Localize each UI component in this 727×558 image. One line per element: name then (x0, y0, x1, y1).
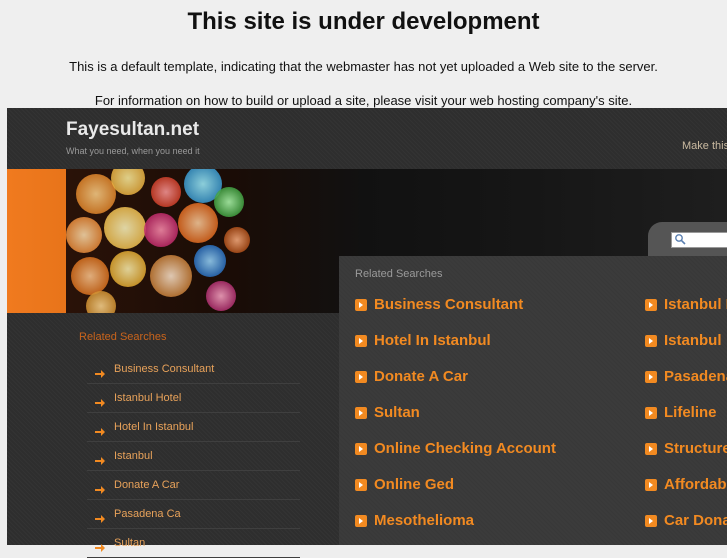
arrow-right-icon (645, 334, 657, 347)
arrow-bullet-icon (95, 481, 105, 494)
arrow-right-icon (645, 370, 657, 383)
related-search-label: Lifeline (664, 404, 717, 421)
bokeh-light (150, 255, 192, 297)
arrow-right-icon (645, 514, 657, 527)
sidebar-title: Related Searches (79, 331, 167, 343)
arrow-right-icon (355, 478, 367, 491)
related-searches-main: Related Searches Business Consultant Hote… (339, 256, 727, 545)
related-search-link[interactable]: Donate A Car (355, 368, 468, 385)
related-search-link[interactable]: Structure (645, 440, 727, 457)
bokeh-light (66, 217, 102, 253)
arrow-bullet-icon (95, 539, 105, 552)
arrow-right-icon (645, 298, 657, 311)
parked-site: Fayesultan.net What you need, when you n… (7, 108, 727, 558)
sidebar-search-item[interactable]: Donate A Car (87, 471, 300, 500)
notice-heading: This site is under development (187, 8, 540, 35)
related-search-link[interactable]: Online Ged (355, 476, 454, 493)
arrow-bullet-icon (95, 510, 105, 523)
development-notice: This site is under development This is a… (0, 0, 727, 108)
related-search-label: Istanbul H (664, 296, 727, 313)
arrow-right-icon (645, 406, 657, 419)
related-search-label: Donate A Car (374, 368, 468, 385)
sidebar-search-label: Hotel In Istanbul (114, 421, 194, 433)
sidebar-search-label: Business Consultant (114, 363, 215, 375)
sidebar-search-label: Donate A Car (114, 479, 180, 491)
bokeh-light (104, 207, 146, 249)
bokeh-light (86, 291, 116, 313)
related-search-label: Online Ged (374, 476, 455, 493)
related-search-label: Pasadena (664, 368, 727, 385)
related-search-link[interactable]: Mesothelioma (355, 512, 474, 529)
notice-line-1: This is a default template, indicating t… (69, 59, 658, 74)
related-search-link[interactable]: Car Dona (645, 512, 727, 529)
arrow-right-icon (355, 514, 367, 527)
related-search-label: Business Consultant (374, 296, 524, 313)
bokeh-light (110, 251, 146, 287)
site-logo[interactable]: Fayesultan.net (66, 119, 199, 141)
sidebar-search-label: Sultan (114, 537, 146, 549)
related-searches-sidebar: Related Searches Business Consultant Ista… (7, 313, 339, 558)
sidebar-search-label: Pasadena Ca (114, 508, 181, 520)
bokeh-light (71, 257, 109, 295)
related-search-label: Online Checking Account (374, 440, 556, 457)
arrow-right-icon (355, 370, 367, 383)
bokeh-light (206, 281, 236, 311)
notice-line-2: For information on how to build or uploa… (94, 93, 633, 108)
sidebar-search-item[interactable]: Istanbul (87, 442, 300, 471)
arrow-right-icon (355, 442, 367, 455)
sidebar-search-item[interactable]: Hotel In Istanbul (87, 413, 300, 442)
related-search-link[interactable]: Sultan (355, 404, 420, 421)
search-icon (675, 234, 686, 245)
related-search-link[interactable]: Online Checking Account (355, 440, 556, 457)
related-search-label: Istanbul (664, 332, 722, 349)
related-search-link[interactable]: Business Consultant (355, 296, 523, 313)
main-panel-title: Related Searches (355, 268, 443, 280)
related-search-link[interactable]: Istanbul (645, 332, 722, 349)
related-search-link[interactable]: Affordabl (645, 476, 727, 493)
bokeh-light (151, 177, 181, 207)
sidebar-search-item[interactable]: Istanbul Hotel (87, 384, 300, 413)
sidebar-search-item[interactable]: Pasadena Ca (87, 500, 300, 529)
related-search-label: Affordabl (664, 476, 727, 493)
bokeh-light (224, 227, 250, 253)
make-homepage-link[interactable]: Make this (682, 140, 727, 152)
bokeh-light (144, 213, 178, 247)
arrow-bullet-icon (95, 452, 105, 465)
arrow-right-icon (355, 334, 367, 347)
related-search-label: Structure (664, 440, 727, 457)
sidebar-search-label: Istanbul (114, 450, 153, 462)
bokeh-light (178, 203, 218, 243)
site-tagline: What you need, when you need it (66, 146, 200, 156)
related-search-label: Mesothelioma (374, 512, 475, 529)
related-search-label: Sultan (374, 404, 420, 421)
arrow-right-icon (355, 298, 367, 311)
bokeh-light (194, 245, 226, 277)
site-header: Fayesultan.net What you need, when you n… (7, 108, 727, 169)
arrow-bullet-icon (95, 423, 105, 436)
related-search-link[interactable]: Hotel In Istanbul (355, 332, 491, 349)
arrow-right-icon (645, 478, 657, 491)
bokeh-light (214, 187, 244, 217)
bokeh-light (111, 169, 145, 195)
sidebar-search-item[interactable]: Business Consultant (87, 355, 300, 384)
arrow-right-icon (355, 406, 367, 419)
arrow-bullet-icon (95, 365, 105, 378)
related-search-link[interactable]: Pasadena (645, 368, 727, 385)
related-search-link[interactable]: Lifeline (645, 404, 717, 421)
related-search-label: Hotel In Istanbul (374, 332, 491, 349)
related-search-label: Car Dona (664, 512, 727, 529)
arrow-bullet-icon (95, 394, 105, 407)
banner-orange-strip (7, 169, 66, 313)
bokeh-light (76, 174, 116, 214)
arrow-right-icon (645, 442, 657, 455)
related-search-link[interactable]: Istanbul H (645, 296, 727, 313)
sidebar-search-item[interactable]: Sultan (87, 529, 300, 558)
sidebar-search-label: Istanbul Hotel (114, 392, 182, 404)
